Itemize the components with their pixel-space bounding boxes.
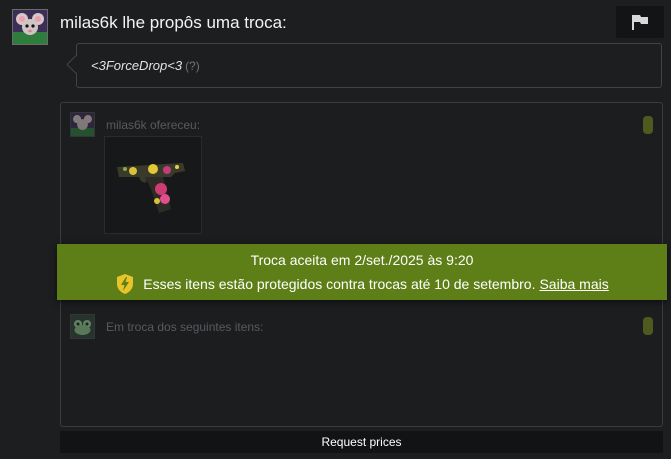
trade-accepted-text: Troca aceita em 2/set./2025 às 9:20 [250, 252, 474, 268]
trade-protection-text: Esses itens estão protegidos contra troc… [143, 276, 536, 292]
offered-item[interactable] [104, 136, 202, 234]
trade-message-bubble: <3ForceDrop<3 (?) [76, 43, 662, 88]
exchange-label: Em troca dos seguintes itens: [106, 320, 264, 334]
offerer-avatar[interactable] [70, 112, 95, 137]
trade-protection-row: Esses itens estão protegidos contra troc… [57, 273, 667, 295]
offer-label: milas6k ofereceu: [106, 118, 201, 132]
lightning-shield-icon [117, 274, 134, 294]
rat-hoodie-avatar-icon [71, 115, 94, 136]
trade-message: <3ForceDrop<3 (?) [91, 58, 200, 73]
offer-ready-indicator [643, 116, 653, 134]
trade-offer-title: milas6k lhe propôs uma troca: [60, 13, 287, 32]
request-prices-button[interactable]: Request prices [60, 431, 663, 453]
exchange-ready-indicator [643, 317, 653, 335]
report-button[interactable] [616, 6, 664, 38]
sender-avatar[interactable] [12, 9, 48, 45]
frog-avatar-icon [71, 315, 94, 338]
trade-message-text: <3ForceDrop<3 [91, 58, 183, 73]
learn-more-link[interactable]: Saiba mais [539, 276, 608, 292]
receiver-avatar[interactable] [70, 314, 95, 339]
message-help-link[interactable]: (?) [185, 59, 200, 73]
trade-accepted-banner: Troca aceita em 2/set./2025 às 9:20 Esse… [57, 244, 667, 300]
floral-pistol-skin-icon [117, 163, 185, 213]
flag-icon [632, 15, 648, 30]
rat-hoodie-avatar-icon [13, 10, 47, 44]
